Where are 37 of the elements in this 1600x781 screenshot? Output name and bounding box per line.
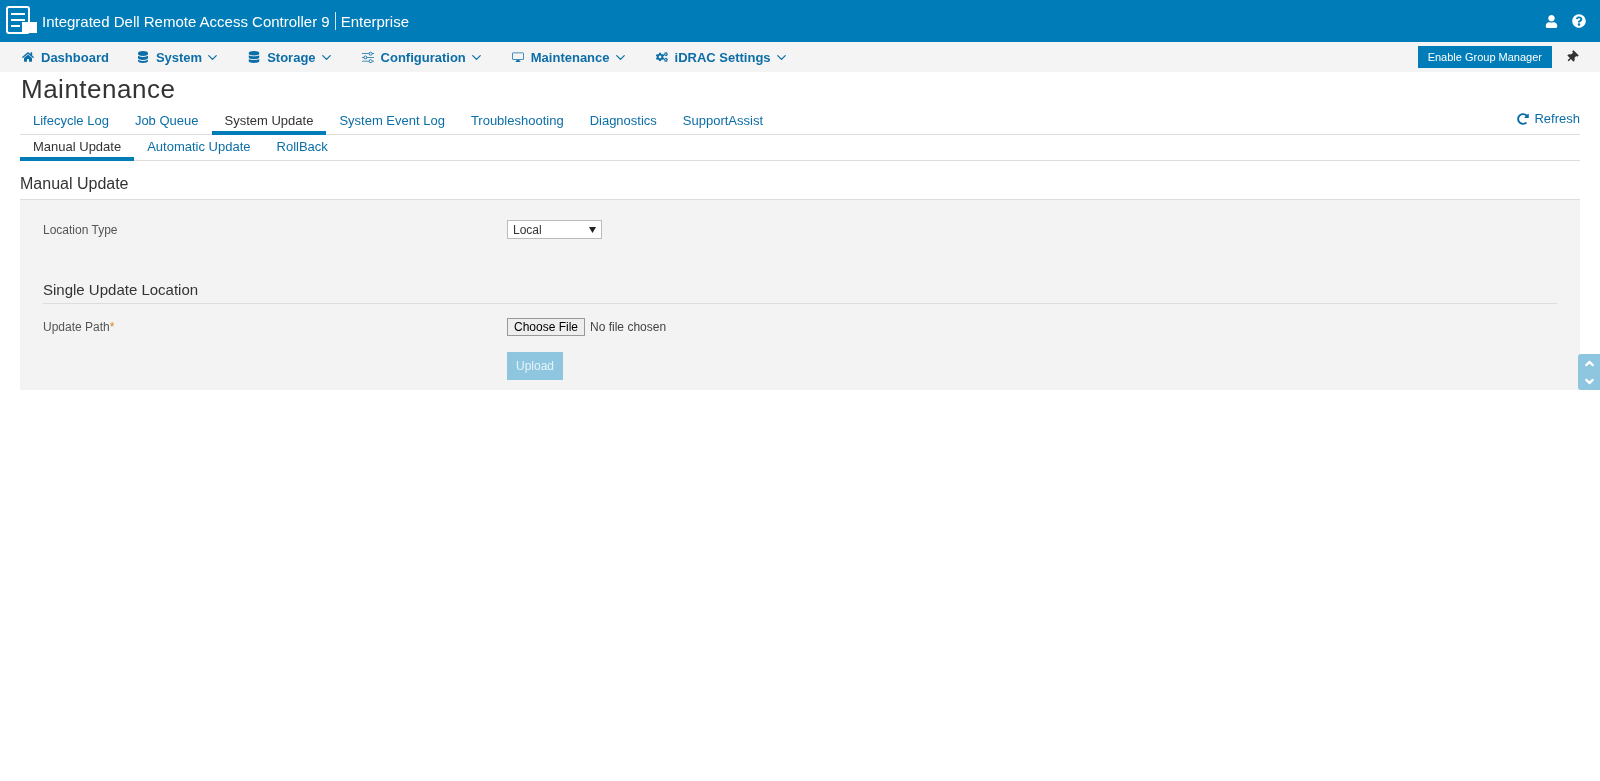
nav-item[interactable]: Dashboard — [22, 49, 109, 65]
choose-file-button[interactable]: Choose File — [507, 318, 586, 336]
help-icon[interactable] — [1572, 14, 1586, 28]
page-title: Maintenance — [21, 74, 177, 105]
dropdown-arrow-icon — [589, 226, 596, 233]
user-icon[interactable] — [1545, 14, 1558, 28]
refresh-icon — [1517, 112, 1530, 125]
sub-tab[interactable]: RollBack — [263, 135, 341, 161]
file-status: No file chosen — [590, 320, 667, 334]
tab[interactable]: Diagnostics — [576, 109, 670, 135]
sub-tab[interactable]: Manual Update — [20, 135, 135, 161]
tab[interactable]: System Update — [211, 109, 327, 135]
database-icon — [248, 51, 261, 63]
tab[interactable]: Lifecycle Log — [20, 109, 122, 135]
location-type-select[interactable]: Local — [507, 220, 602, 239]
refresh-link[interactable]: Refresh — [1517, 111, 1580, 134]
field-label: Location Type — [43, 222, 119, 237]
monitor-icon — [511, 51, 524, 63]
tab[interactable]: Job Queue — [121, 109, 212, 135]
nav-item[interactable]: Storage — [248, 49, 334, 65]
field-label: Update Path* — [43, 320, 116, 334]
nav-item[interactable]: System — [136, 49, 221, 65]
nav-item[interactable]: Configuration — [361, 49, 484, 65]
home-icon — [22, 51, 34, 63]
tab[interactable]: System Event Log — [326, 109, 458, 135]
nav-item[interactable]: iDRAC Settings — [655, 49, 789, 65]
gears-icon — [655, 51, 668, 63]
sliders-icon — [361, 51, 374, 63]
server-logo-icon — [6, 6, 38, 36]
sub-tab[interactable]: Automatic Update — [134, 135, 264, 161]
subsection-title: Single Update Location — [43, 281, 1557, 304]
tab[interactable]: SupportAssist — [669, 109, 777, 135]
app-title: Integrated Dell Remote Access Controller 9 — [42, 12, 330, 30]
tab[interactable]: Troubleshooting — [457, 109, 577, 135]
nav-item[interactable]: Maintenance — [511, 49, 628, 65]
edition-label: Enterprise — [340, 12, 409, 30]
group-manager-button[interactable]: Enable Group Manager — [1417, 46, 1552, 68]
